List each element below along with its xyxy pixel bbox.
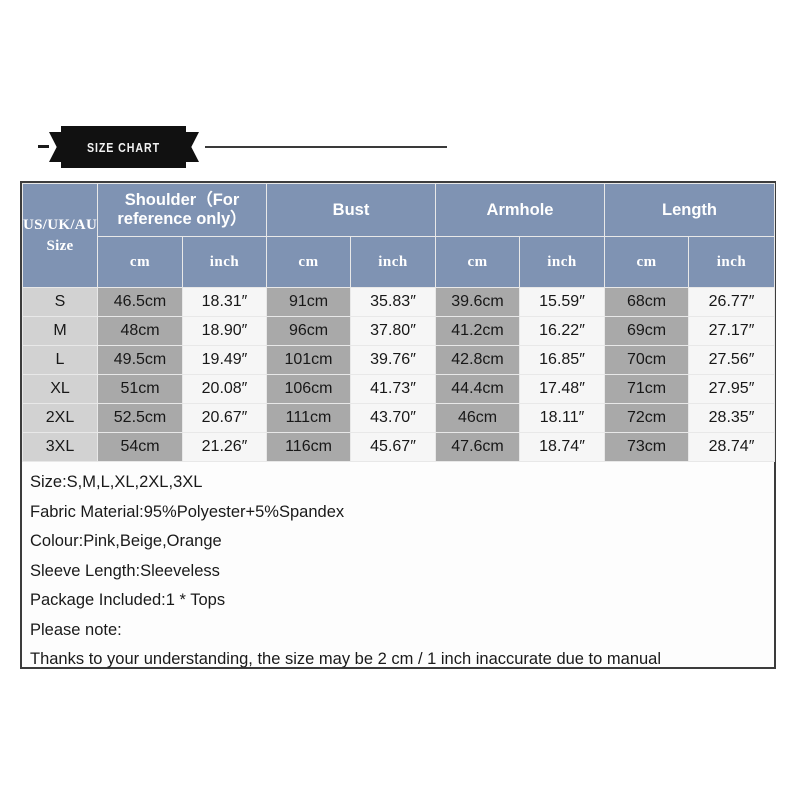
table-row: 2XL 52.5cm 20.67″ 111cm 43.70″ 46cm 18.1… xyxy=(22,403,776,433)
banner-title: SIZE CHART xyxy=(87,139,160,155)
table-row: L 49.5cm 19.49″ 101cm 39.76″ 42.8cm 16.8… xyxy=(22,345,776,375)
cell-shoulder-inch: 18.90″ xyxy=(182,316,267,346)
cell-length-inch: 27.95″ xyxy=(688,374,776,404)
cell-bust-inch: 41.73″ xyxy=(349,374,437,404)
cell-armhole-inch: 18.11″ xyxy=(519,403,606,433)
cell-shoulder-inch: 18.31″ xyxy=(182,287,267,317)
cell-bust-cm: 91cm xyxy=(266,287,351,317)
header-group-length: Length xyxy=(604,183,776,237)
desc-line-fabric: Fabric Material:95%Polyester+5%Spandex xyxy=(30,502,345,521)
banner-left-dash xyxy=(38,145,49,148)
table-row: 3XL 54cm 21.26″ 116cm 45.67″ 47.6cm 18.7… xyxy=(22,432,776,462)
table-row: S 46.5cm 18.31″ 91cm 35.83″ 39.6cm 15.59… xyxy=(22,287,776,317)
size-table-body: S 46.5cm 18.31″ 91cm 35.83″ 39.6cm 15.59… xyxy=(22,287,776,462)
cell-shoulder-inch: 20.08″ xyxy=(182,374,267,404)
cell-length-cm: 73cm xyxy=(604,432,690,462)
cell-length-cm: 70cm xyxy=(604,345,690,375)
size-table-head: US/UK/AU Size Shoulder（For reference onl… xyxy=(22,183,776,288)
desc-line-sleeve: Sleeve Length:Sleeveless xyxy=(30,561,220,580)
cell-shoulder-cm: 48cm xyxy=(97,316,183,346)
unit-header-row: cm inch cm inch cm inch cm inch xyxy=(23,236,776,288)
cell-length-inch: 28.35″ xyxy=(688,403,776,433)
header-group-armhole: Armhole xyxy=(435,183,606,237)
desc-line-package: Package Included:1 * Tops xyxy=(30,591,226,609)
cell-armhole-cm: 44.4cm xyxy=(435,374,521,404)
cell-shoulder-cm: 49.5cm xyxy=(97,345,183,375)
cell-length-inch: 28.74″ xyxy=(688,432,776,462)
cell-size: L xyxy=(22,345,98,375)
header-group-bust: Bust xyxy=(265,183,437,237)
cell-shoulder-inch: 21.26″ xyxy=(182,432,267,462)
cell-length-inch: 27.17″ xyxy=(688,316,776,346)
header-group-shoulder: Shoulder（For reference only） xyxy=(97,183,267,237)
size-chart-page: SIZE CHART US/UK/AU Size Shoulder（For re… xyxy=(0,0,800,800)
cell-shoulder-cm: 46.5cm xyxy=(97,287,183,317)
header-unit-length-inch: inch xyxy=(688,236,776,288)
cell-bust-inch: 43.70″ xyxy=(349,403,437,433)
cell-shoulder-inch: 20.67″ xyxy=(182,403,267,433)
cell-bust-cm: 106cm xyxy=(266,374,351,404)
header-size-line2: Size xyxy=(46,237,74,254)
cell-bust-cm: 116cm xyxy=(266,432,351,462)
banner-rule-line xyxy=(205,146,447,148)
cell-armhole-cm: 46cm xyxy=(435,403,521,433)
cell-size: 3XL xyxy=(22,432,98,462)
header-unit-bust-cm: cm xyxy=(266,236,351,288)
header-size-line1: US/UK/AU xyxy=(23,217,98,234)
header-unit-armhole-inch: inch xyxy=(519,236,606,288)
cell-length-cm: 71cm xyxy=(604,374,690,404)
header-unit-length-cm: cm xyxy=(604,236,690,288)
desc-line-colour: Colour:Pink,Beige,Orange xyxy=(30,532,222,550)
cell-shoulder-cm: 54cm xyxy=(97,432,183,462)
header-unit-shoulder-inch: inch xyxy=(182,236,267,288)
cell-bust-inch: 37.80″ xyxy=(349,316,437,346)
cell-size: 2XL xyxy=(22,403,98,433)
cell-armhole-cm: 39.6cm xyxy=(435,287,521,317)
cell-armhole-inch: 17.48″ xyxy=(519,374,606,404)
cell-length-cm: 72cm xyxy=(604,403,690,433)
cell-armhole-inch: 18.74″ xyxy=(519,432,606,462)
cell-bust-inch: 45.67″ xyxy=(349,432,437,462)
header-unit-armhole-cm: cm xyxy=(435,236,521,288)
ribbon-plate: SIZE CHART xyxy=(61,126,186,168)
cell-length-cm: 68cm xyxy=(604,287,690,317)
desc-line-note-body: Thanks to your understanding, the size m… xyxy=(30,650,662,668)
cell-size: M xyxy=(22,316,98,346)
cell-length-inch: 27.56″ xyxy=(688,345,776,375)
cell-length-cm: 69cm xyxy=(604,316,690,346)
size-chart-banner: SIZE CHART xyxy=(38,126,458,172)
cell-shoulder-cm: 51cm xyxy=(97,374,183,404)
size-chart-content: US/UK/AU Size Shoulder（For reference onl… xyxy=(20,181,776,669)
desc-line-note-head: Please note: xyxy=(30,620,122,639)
cell-shoulder-inch: 19.49″ xyxy=(182,345,267,375)
cell-armhole-cm: 41.2cm xyxy=(435,316,521,346)
header-unit-shoulder-cm: cm xyxy=(97,236,183,288)
cell-armhole-inch: 15.59″ xyxy=(519,287,606,317)
cell-bust-cm: 96cm xyxy=(266,316,351,346)
cell-bust-cm: 111cm xyxy=(266,403,351,433)
header-size-column: US/UK/AU Size xyxy=(22,183,98,288)
cell-armhole-cm: 47.6cm xyxy=(435,432,521,462)
size-table: US/UK/AU Size Shoulder（For reference onl… xyxy=(22,183,776,462)
header-unit-bust-inch: inch xyxy=(349,236,437,288)
cell-bust-cm: 101cm xyxy=(266,345,351,375)
table-row: M 48cm 18.90″ 96cm 37.80″ 41.2cm 16.22″ … xyxy=(22,316,776,346)
group-header-row: US/UK/AU Size Shoulder（For reference onl… xyxy=(22,183,776,288)
cell-armhole-cm: 42.8cm xyxy=(435,345,521,375)
cell-bust-inch: 39.76″ xyxy=(349,345,437,375)
desc-line-size: Size:S,M,L,XL,2XL,3XL xyxy=(30,473,203,491)
table-row: XL 51cm 20.08″ 106cm 41.73″ 44.4cm 17.48… xyxy=(22,374,776,404)
cell-length-inch: 26.77″ xyxy=(688,287,776,317)
cell-shoulder-cm: 52.5cm xyxy=(97,403,183,433)
cell-size: S xyxy=(22,287,98,317)
cell-armhole-inch: 16.22″ xyxy=(519,316,606,346)
cell-armhole-inch: 16.85″ xyxy=(519,345,606,375)
cell-bust-inch: 35.83″ xyxy=(349,287,437,317)
cell-size: XL xyxy=(22,374,98,404)
product-description: Size:S,M,L,XL,2XL,3XL Fabric Material:95… xyxy=(22,462,774,675)
ribbon-tail-right-icon xyxy=(185,132,199,162)
